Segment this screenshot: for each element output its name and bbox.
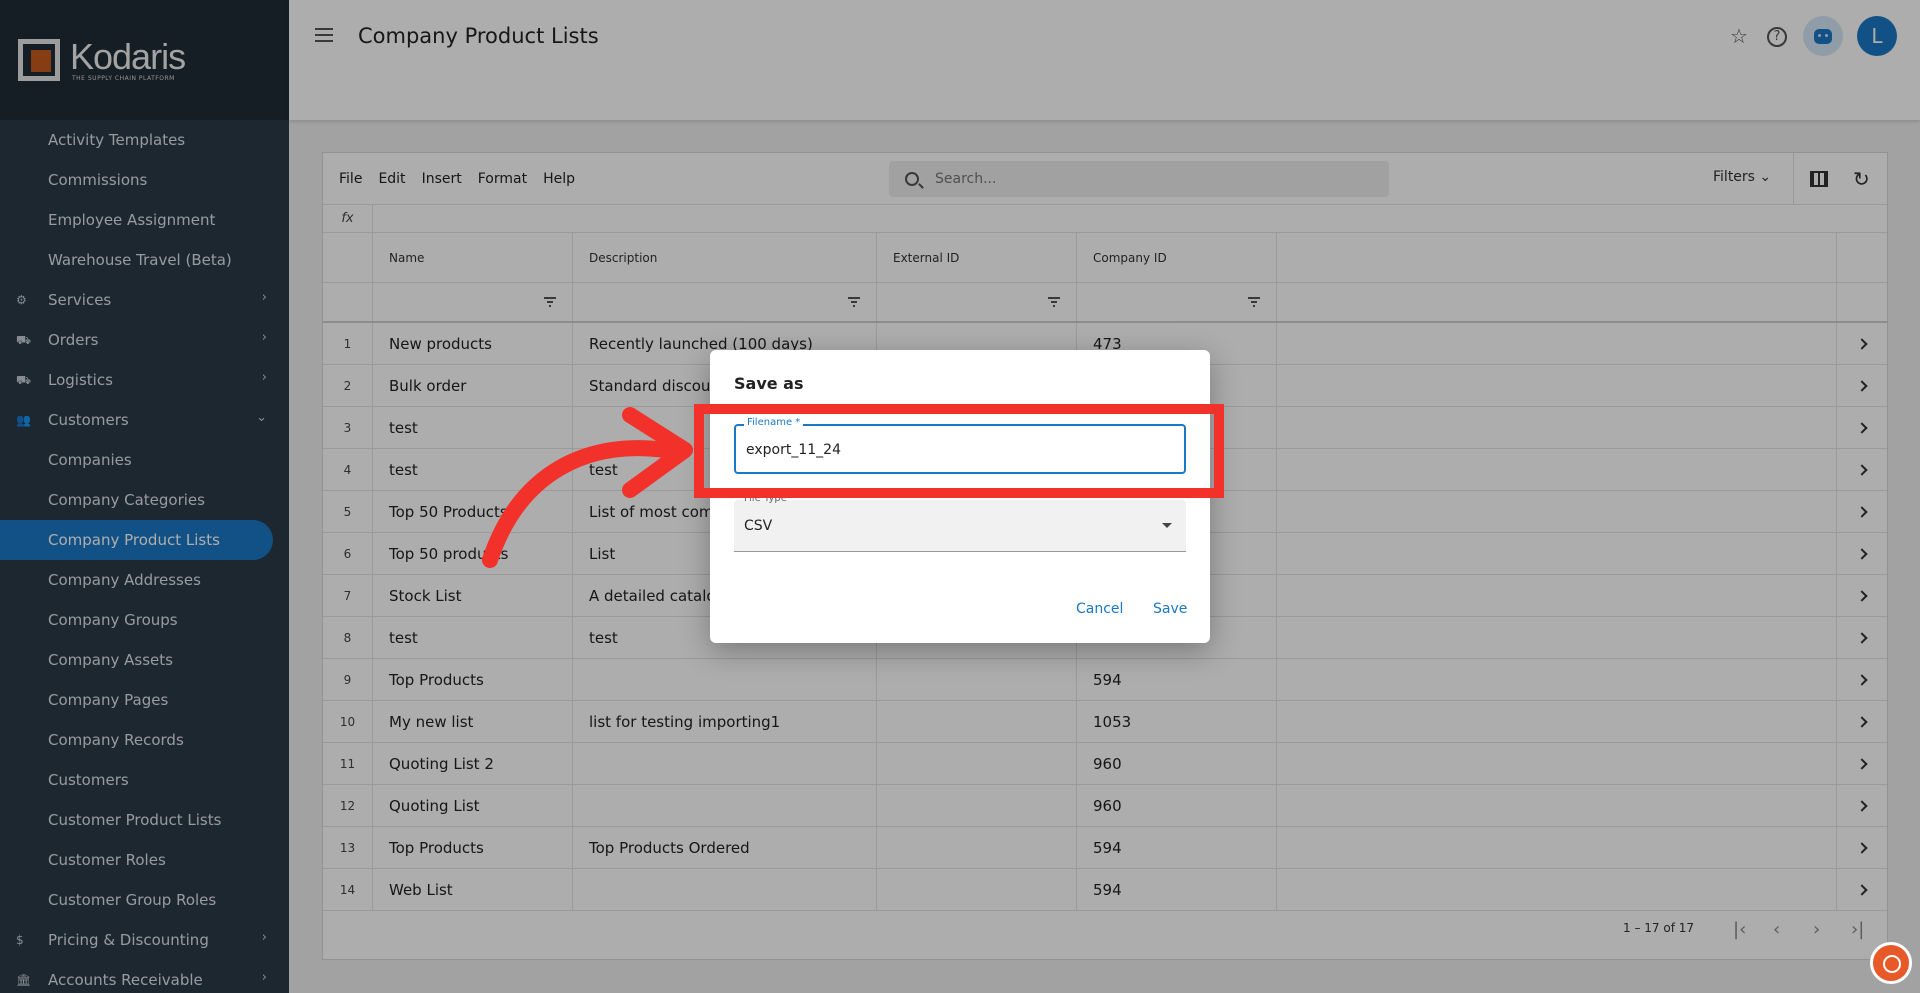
save-button[interactable]: Save — [1153, 601, 1187, 617]
dropdown-arrow-icon — [1162, 523, 1172, 528]
annotation-arrow-icon — [482, 407, 693, 568]
annotation-highlight-box — [694, 404, 1224, 498]
file-type-select[interactable]: File Type CSV — [734, 493, 1186, 552]
chat-support-icon[interactable] — [1870, 942, 1912, 984]
file-type-value: CSV — [744, 518, 773, 534]
dialog-title: Save as — [734, 374, 804, 393]
cancel-button[interactable]: Cancel — [1076, 601, 1123, 617]
